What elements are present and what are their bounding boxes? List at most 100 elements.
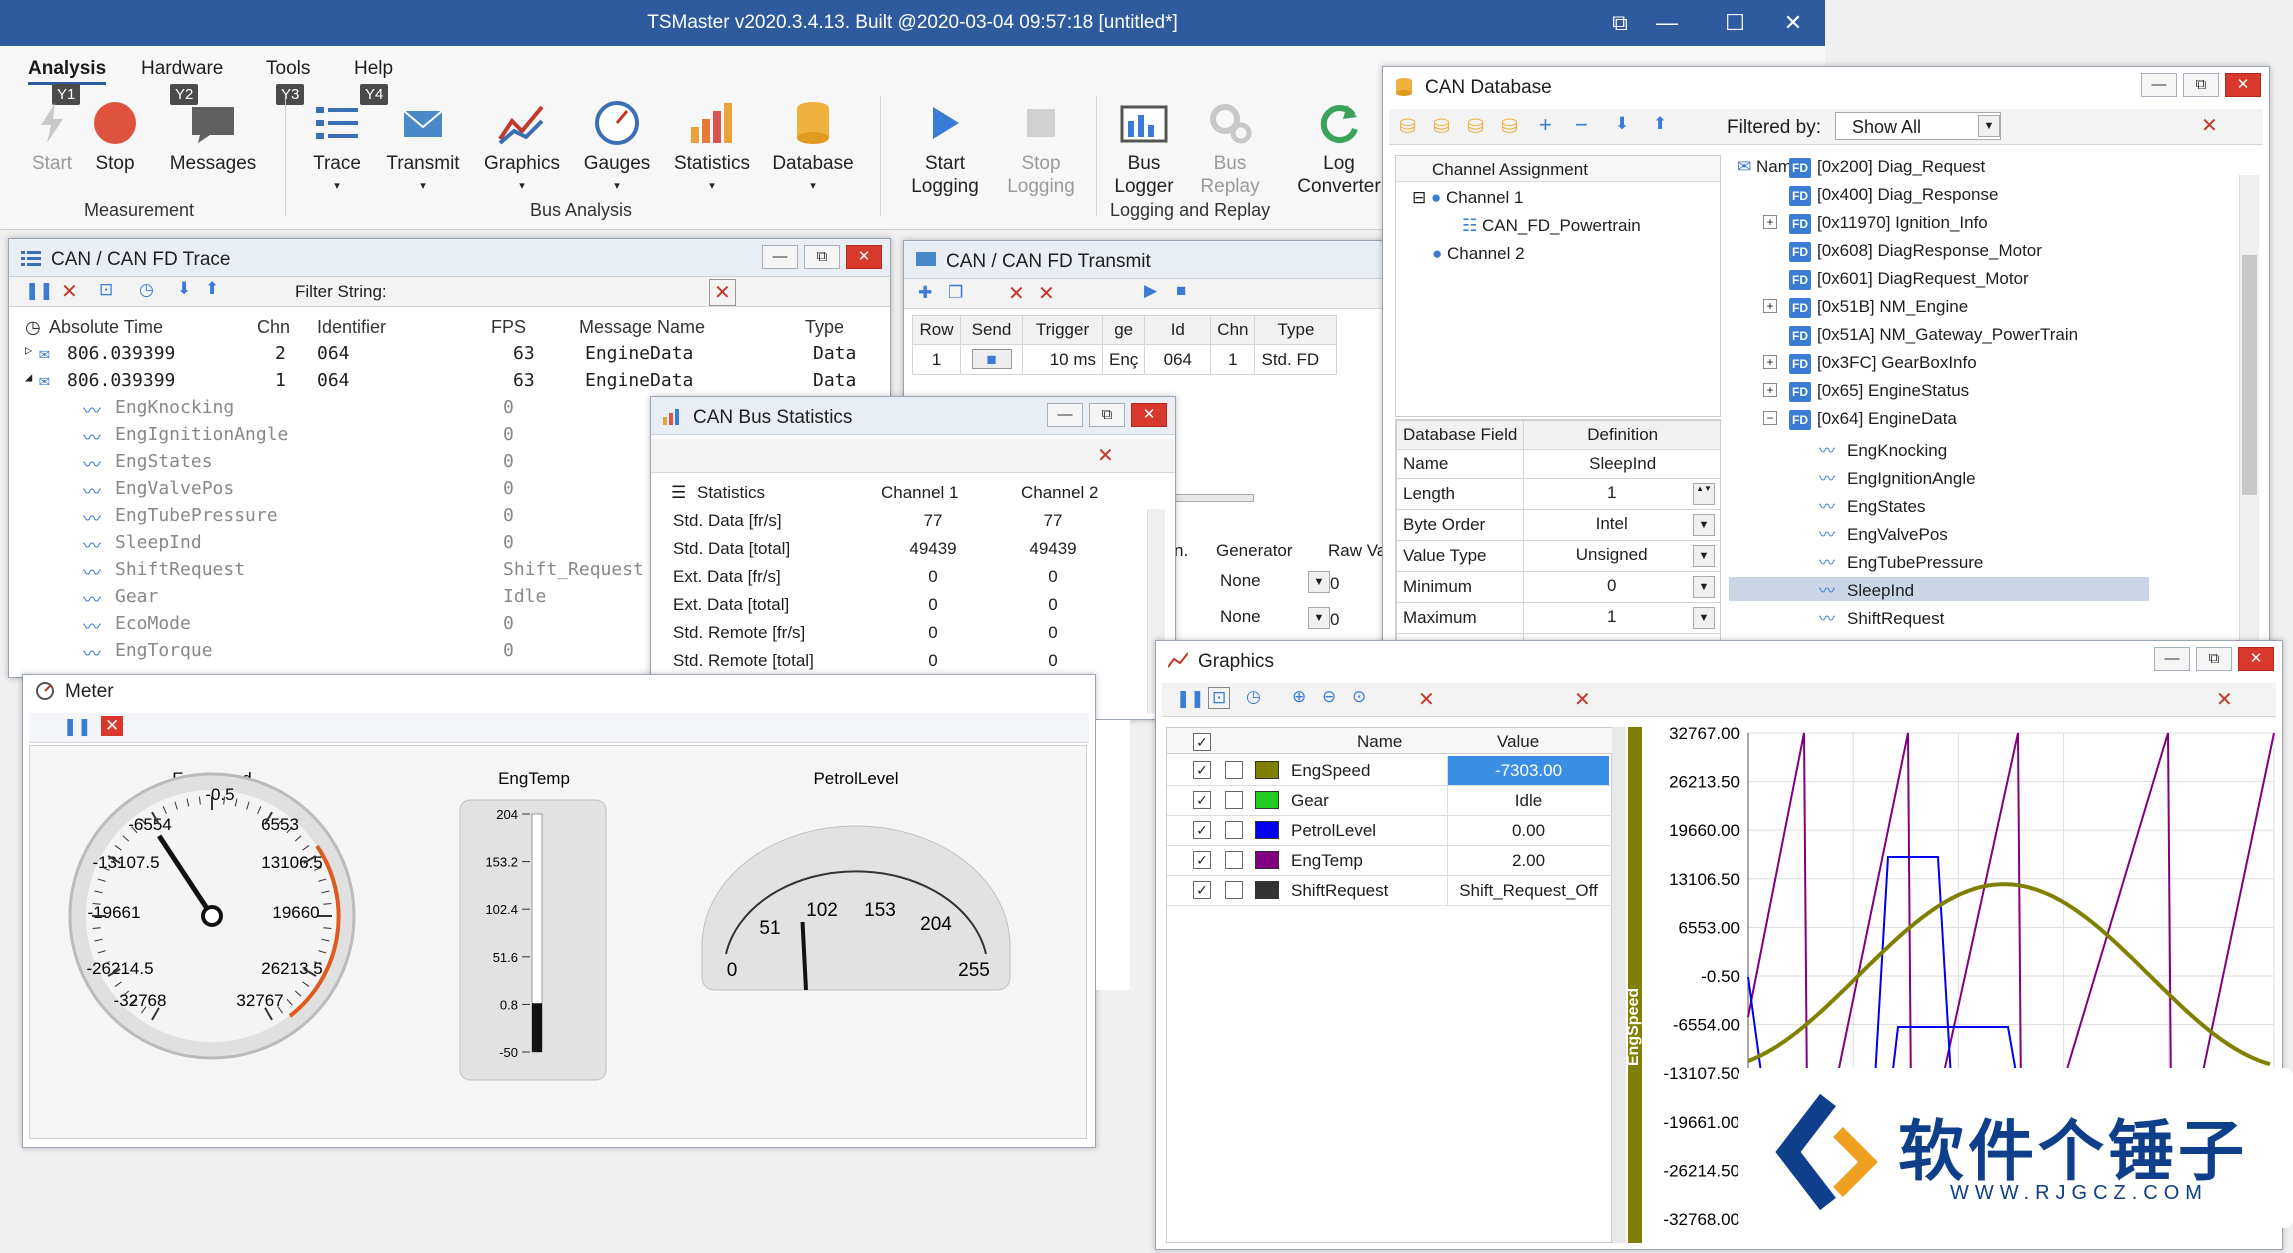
- splitter[interactable]: [1612, 727, 1626, 1243]
- messages-button[interactable]: Messages: [163, 98, 263, 175]
- copy-icon[interactable]: ❐: [948, 283, 963, 303]
- graph-signal-row[interactable]: ✓ ShiftRequest Shift_Request_Off: [1167, 876, 1613, 906]
- start-logging-button[interactable]: Start Logging: [900, 98, 990, 198]
- close-button[interactable]: ✕: [846, 245, 882, 269]
- col-type[interactable]: Type: [805, 317, 844, 338]
- tree-signal[interactable]: 〰 EngKnocking: [1819, 437, 1947, 461]
- restore-button[interactable]: ⧉: [804, 245, 840, 269]
- tree-signal[interactable]: 〰 EngStates: [1819, 493, 1925, 517]
- tree-database[interactable]: ☷ CAN_FD_Powertrain: [1462, 216, 1641, 236]
- tree-message[interactable]: − FD [0x64] EngineData: [1763, 409, 1957, 430]
- tree-message[interactable]: FD [0x200] Diag_Request: [1789, 157, 1985, 178]
- start-button[interactable]: Start: [22, 98, 82, 175]
- arrow-up-icon[interactable]: ⬆: [205, 279, 219, 299]
- dropdown-icon[interactable]: ▼: [1693, 607, 1715, 629]
- log-converter-button[interactable]: Log Converter: [1284, 98, 1394, 198]
- expand-icon[interactable]: ▷: [25, 343, 32, 357]
- tree-message[interactable]: + FD [0x3FC] GearBoxInfo: [1763, 353, 1977, 374]
- clear-icon[interactable]: ✕: [61, 279, 78, 304]
- property-row[interactable]: Value Type Unsigned ▼: [1396, 540, 1720, 572]
- raw-value[interactable]: 0: [1330, 574, 1339, 594]
- axis-checkbox[interactable]: [1225, 881, 1243, 899]
- restore-button[interactable]: ⧉: [2183, 73, 2219, 97]
- delete-icon[interactable]: ✕: [1418, 687, 1435, 712]
- close-button[interactable]: ✕: [1131, 403, 1167, 427]
- property-value[interactable]: SleepInd: [1523, 449, 1720, 479]
- maximize-button[interactable]: ☐: [1720, 8, 1750, 38]
- arrow-down-icon[interactable]: ⬇: [177, 279, 191, 299]
- gauges-button[interactable]: Gauges ▾: [577, 98, 657, 198]
- tree-message[interactable]: + FD [0x65] EngineStatus: [1763, 381, 1969, 402]
- property-row[interactable]: Maximum 1 ▼: [1396, 602, 1720, 634]
- visible-checkbox[interactable]: ✓: [1193, 821, 1211, 839]
- filter-select[interactable]: Show All ▼: [1835, 112, 2001, 140]
- move-up-icon[interactable]: ⬆: [1653, 114, 1667, 134]
- ge-cell[interactable]: Enç: [1101, 344, 1146, 375]
- play-icon[interactable]: ▶: [1144, 281, 1157, 301]
- graph-signal-row[interactable]: ✓ PetrolLevel 0.00: [1167, 816, 1613, 846]
- add-icon[interactable]: +: [1539, 112, 1552, 138]
- property-row[interactable]: Byte Order Intel ▼: [1396, 509, 1720, 541]
- close-panel-icon[interactable]: ✕: [2216, 687, 2233, 712]
- remove-database-icon[interactable]: ⛁: [1467, 114, 1484, 139]
- restore-icon[interactable]: ⧉: [1605, 8, 1635, 38]
- raw-value[interactable]: 0: [1330, 610, 1339, 630]
- generator-select[interactable]: None ▼: [1220, 607, 1330, 629]
- clear-filter-icon[interactable]: ✕: [709, 279, 736, 306]
- transmit-button[interactable]: Transmit ▾: [380, 98, 466, 198]
- stop-logging-button[interactable]: Stop Logging: [996, 98, 1086, 198]
- add-database-icon[interactable]: ⛁: [1399, 114, 1416, 139]
- tree-message[interactable]: FD [0x51A] NM_Gateway_PowerTrain: [1789, 325, 2078, 346]
- stop-icon[interactable]: ■: [1176, 281, 1186, 301]
- expand-icon[interactable]: ◢: [25, 370, 32, 384]
- minimize-button[interactable]: —: [1047, 403, 1083, 427]
- clock-icon[interactable]: ◷: [1246, 687, 1261, 707]
- col-chn[interactable]: Chn: [257, 317, 290, 338]
- restore-button[interactable]: ⧉: [1089, 403, 1125, 427]
- property-value[interactable]: 1 ▲▼: [1523, 478, 1720, 510]
- visible-checkbox[interactable]: ✓: [1193, 851, 1211, 869]
- close-icon[interactable]: ✕: [101, 716, 124, 736]
- tree-channel-2[interactable]: ● Channel 2: [1432, 244, 1525, 264]
- color-swatch[interactable]: [1255, 881, 1279, 899]
- tree-message[interactable]: FD [0x400] Diag_Response: [1789, 185, 1998, 206]
- col-id[interactable]: Identifier: [317, 317, 386, 338]
- trace-button[interactable]: Trace ▾: [300, 98, 374, 198]
- clear-icon[interactable]: ✕: [1574, 687, 1591, 712]
- zoom-fit-icon[interactable]: ⊙: [1352, 687, 1366, 707]
- graphics-button[interactable]: Graphics ▾: [477, 98, 567, 198]
- color-swatch[interactable]: [1255, 821, 1279, 839]
- generator-select[interactable]: None ▼: [1220, 571, 1330, 593]
- tree-signal[interactable]: 〰 EngTubePressure: [1819, 549, 1983, 573]
- tab-analysis[interactable]: Analysis: [28, 58, 107, 85]
- property-value[interactable]: 1 ▼: [1523, 602, 1720, 634]
- pause-icon[interactable]: ❚❚: [1176, 689, 1205, 709]
- property-value[interactable]: Intel ▼: [1523, 509, 1720, 541]
- tree-signal[interactable]: 〰 ShiftRequest: [1819, 605, 1944, 629]
- axis-checkbox[interactable]: [1225, 761, 1243, 779]
- move-down-icon[interactable]: ⬇: [1615, 114, 1629, 134]
- scrollbar[interactable]: [2239, 175, 2259, 645]
- dropdown-icon[interactable]: ▼: [1693, 576, 1715, 598]
- expand-icon[interactable]: −: [1763, 411, 1777, 425]
- expand-icon[interactable]: +: [1763, 383, 1777, 397]
- type-cell[interactable]: Std. FD: [1254, 344, 1338, 375]
- col-name[interactable]: Message Name: [579, 317, 705, 338]
- minimize-button[interactable]: —: [2154, 647, 2190, 671]
- property-row[interactable]: Name SleepInd: [1396, 449, 1720, 479]
- minimize-button[interactable]: —: [762, 245, 798, 269]
- id-cell[interactable]: 064: [1144, 344, 1212, 375]
- zoom-out-icon[interactable]: ⊖: [1322, 687, 1336, 707]
- visible-checkbox[interactable]: ✓: [1193, 881, 1211, 899]
- tree-channel-1[interactable]: ⊟ ● Channel 1: [1412, 188, 1524, 208]
- tab-hardware[interactable]: Hardware: [141, 58, 223, 80]
- pause-icon[interactable]: ❚❚: [63, 717, 92, 737]
- tree-message[interactable]: + FD [0x51B] NM_Engine: [1763, 297, 1968, 318]
- property-row[interactable]: Length 1 ▲▼: [1396, 478, 1720, 510]
- expand-icon[interactable]: +: [1763, 355, 1777, 369]
- add-icon[interactable]: ✚: [918, 283, 932, 303]
- tree-signal[interactable]: 〰 SleepInd: [1729, 577, 2149, 601]
- chn-cell[interactable]: 1: [1210, 344, 1256, 375]
- close-button[interactable]: ✕: [2238, 647, 2274, 671]
- col-time[interactable]: Absolute Time: [49, 317, 163, 338]
